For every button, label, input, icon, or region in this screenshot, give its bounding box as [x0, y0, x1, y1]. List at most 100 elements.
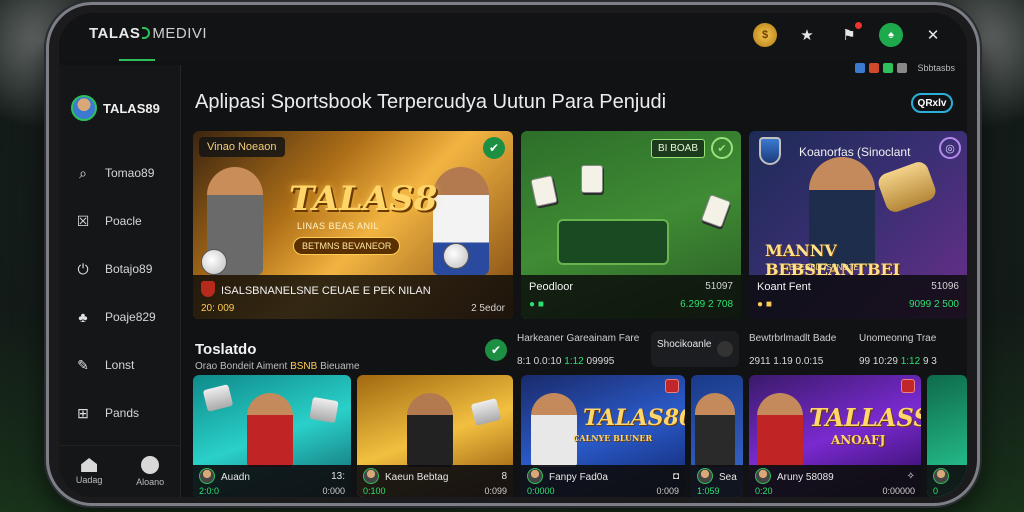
brand-logo[interactable]: TALAS MEDIVI [89, 25, 207, 42]
gift-icon: ⊞ [77, 404, 89, 421]
section-title: Toslatdo [195, 341, 257, 358]
game-card[interactable]: Sea 1:059 [691, 375, 743, 497]
profile-name: TALAS89 [103, 100, 160, 116]
close-icon[interactable]: ✕ [921, 23, 945, 47]
sidebar-item-4[interactable]: ♣ Poaje829 [73, 293, 155, 341]
hero-card-2[interactable]: BI BOAB ✔ Peodloor 51097 ● ■ 6.299 2 708 [521, 131, 741, 319]
score-item[interactable]: Unomeonng Trae 99 10:29 1:12 9 3 [859, 331, 963, 373]
mini-flag-icon[interactable] [855, 63, 866, 73]
game-footer-top: Kaeun Bebtag 8 [363, 468, 507, 484]
game-card[interactable]: TALAS80 CALNYE BLUNER Fanpy Fad0a ◘ 0:00… [521, 375, 685, 497]
mahjong-tray [557, 219, 669, 265]
game-flag-icon[interactable] [901, 379, 915, 393]
hero-card-3[interactable]: Koanorfas (Sinoclant ◎ MANNV BEBSEANTBEI… [749, 131, 967, 319]
check-badge-icon[interactable]: ✔ [485, 339, 507, 361]
top-icons: $ ★ ⚑ ♠ ✕ [753, 21, 945, 47]
player-illustration [531, 393, 577, 467]
game-meta: 0:099 [484, 486, 507, 496]
camera-icon[interactable]: ◘ [673, 471, 679, 482]
hero-meta: 2 5edor [471, 303, 505, 314]
hero-tag: BI BOAB [651, 139, 706, 158]
mini-settings-icon[interactable] [897, 63, 908, 73]
game-logo: TALAS80 [583, 405, 685, 431]
profile[interactable]: TALAS89 [71, 95, 160, 121]
hero-card-1[interactable]: Vinao Noeaon ✔ TALAS8 LINAS BEAS ANIL BE… [193, 131, 513, 319]
game-footer-bottom: 2:0:0 0:000 [199, 486, 345, 496]
hero-subtitle: BEEBBLOSTNOTEI [789, 263, 862, 272]
hero-logo: MANNV BEBSEANTBEI [765, 241, 901, 279]
mini-alert-icon[interactable] [869, 63, 880, 73]
sidebar-item-2[interactable]: ☒ Poacle [73, 197, 156, 245]
game-flag-icon[interactable] [665, 379, 679, 393]
football-icon [201, 249, 227, 275]
game-meta: 0:00000 [882, 486, 915, 496]
game-name: Kaeun Bebtag [385, 472, 449, 483]
check-badge-icon[interactable]: ✔ [711, 137, 733, 159]
notification-dot [854, 21, 863, 30]
edit-icon: ✎ [77, 356, 89, 373]
game-card[interactable]: Auadn 13: 2:0:0 0:000 [193, 375, 351, 497]
avatar [697, 468, 713, 484]
account-icon[interactable]: ♠ [879, 23, 903, 47]
game-card[interactable]: 0 [927, 375, 967, 497]
score-line: 2911 1.19 0.0:15 [749, 356, 853, 367]
sidebar-item-label: Tomao89 [105, 166, 155, 180]
sidebar-item-label: Botajo89 [105, 262, 153, 276]
hero-footer: Peodloor 51097 ● ■ 6.299 2 708 [521, 275, 741, 319]
hero-logo: TALAS8 [289, 179, 438, 219]
game-footer-top: Fanpy Fad0a ◘ [527, 468, 679, 484]
search-icon: ⌕ [79, 164, 87, 181]
coin-icon[interactable]: $ [753, 23, 777, 47]
hero-cta[interactable]: BETMNS BEVANEOR [293, 237, 401, 255]
game-name: Fanpy Fad0a [549, 472, 608, 483]
sidebar-item-3[interactable]: ⏻ Botajo89 [73, 245, 156, 293]
star-icon[interactable]: ★ [795, 23, 819, 47]
star-icon[interactable]: ✧ [907, 471, 915, 482]
player-illustration [407, 393, 453, 467]
game-name: Auadn [221, 472, 250, 483]
sidebar: TALAS89 ⌕ Tomao89 ☒ Poacle ⏻ Botajo89 ♣ … [59, 65, 181, 497]
avatar [199, 468, 215, 484]
brand-suffix: MEDIVI [152, 25, 208, 42]
game-card[interactable]: Kaeun Bebtag 8 0:100 0:099 [357, 375, 513, 497]
hero-footer-row: Koant Fent 51096 [757, 281, 959, 293]
hero-footer-row: Peodloor 51097 [529, 281, 733, 293]
mini-label: Sbbtasbs [917, 63, 955, 73]
hero-footer-row: ● ■ 9099 2 500 [757, 299, 959, 310]
notification-icon[interactable]: ⚑ [837, 21, 863, 47]
sidebar-item-label: Poacle [105, 214, 142, 228]
game-count: 8 [501, 470, 507, 482]
sidebar-item-6[interactable]: ⊞ Pands [73, 389, 156, 437]
cards-icon: ♣ [78, 309, 88, 325]
score-item[interactable]: Bewtrbrlmadlt Bade 2911 1.19 0.0:15 [749, 331, 853, 373]
section-sub-suffix: Bieuame [320, 361, 360, 372]
bottom-nav-home[interactable]: Uadag [76, 458, 102, 485]
game-footer: Aruny 58089 ✧ 0:20 0:00000 [749, 465, 921, 497]
mini-status-icon[interactable] [883, 63, 894, 73]
score-item[interactable]: Harkeaner Gareainam Fare 8:1 0.0:10 1:12… [517, 331, 647, 373]
game-footer-top: Aruny 58089 ✧ [755, 468, 915, 484]
hero-footer: Koant Fent 51096 ● ■ 9099 2 500 [749, 275, 967, 319]
sidebar-item-5[interactable]: ✎ Lonst [73, 341, 156, 389]
chip-badge-icon[interactable]: ◎ [939, 137, 961, 159]
section-sub-prefix: Orao Bondeit Aiment [195, 361, 288, 372]
profile-icon [141, 456, 160, 474]
toggle-icon[interactable] [717, 341, 733, 357]
score-left: 2911 1.19 [749, 356, 793, 367]
score-title: Unomeonng Trae [859, 333, 937, 344]
game-footer-bottom: 0:20 0:00000 [755, 486, 915, 496]
bottom-nav-profile[interactable]: Aloano [136, 456, 164, 487]
hero-meta: 51097 [705, 281, 733, 292]
avatar [363, 468, 379, 484]
game-footer: Sea 1:059 [691, 465, 743, 497]
avatar [755, 468, 771, 484]
sidebar-nav: ⌕ Tomao89 ☒ Poacle ⏻ Botajo89 ♣ Poaje829… [73, 149, 156, 437]
chip-icons: ● ■ [757, 299, 772, 310]
check-badge-icon[interactable]: ✔ [483, 137, 505, 159]
shield-icon [201, 281, 215, 297]
game-card[interactable]: TALLASS ANOAFJ Aruny 58089 ✧ 0:20 0:0000… [749, 375, 921, 497]
sidebar-item-label: Lonst [105, 358, 135, 372]
score-chip[interactable]: Shocikoanle [651, 331, 739, 367]
qr-button[interactable]: QRxlv [911, 93, 953, 113]
sidebar-item-1[interactable]: ⌕ Tomao89 [73, 149, 156, 197]
